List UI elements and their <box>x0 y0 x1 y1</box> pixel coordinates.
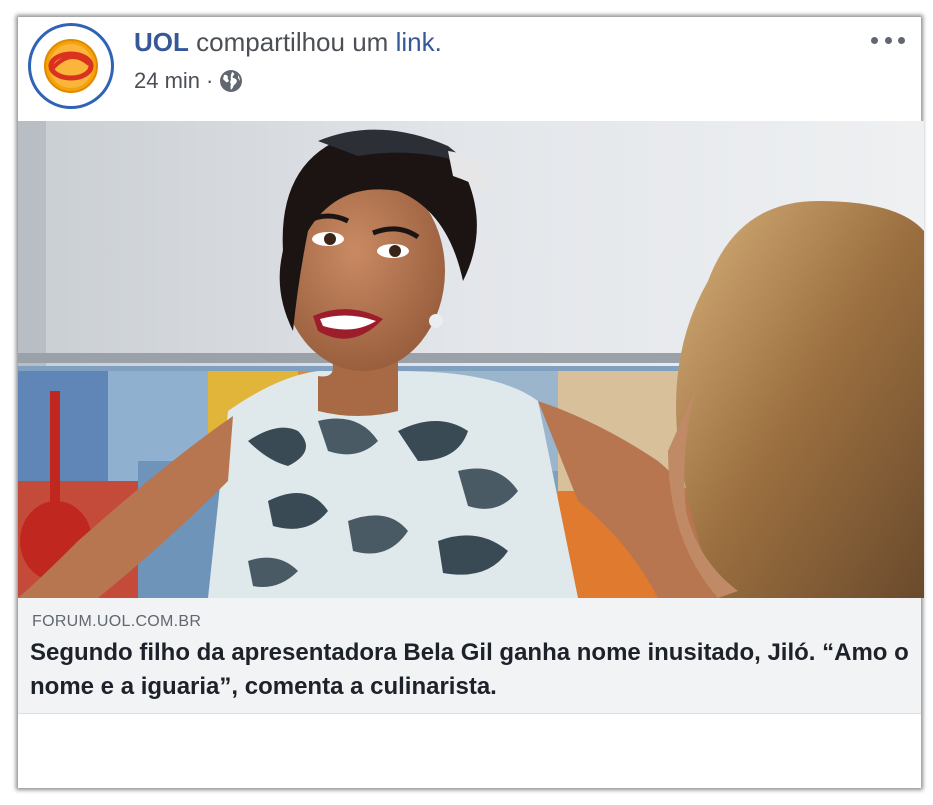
globe-icon[interactable] <box>219 69 243 93</box>
photo-woman-kitchen <box>18 121 924 598</box>
action-text: compartilhou um <box>196 27 389 57</box>
uol-logo-icon <box>44 39 98 93</box>
link-domain: FORUM.UOL.COM.BR <box>32 613 202 630</box>
avatar[interactable] <box>28 23 114 109</box>
more-dot <box>871 36 878 44</box>
meta-separator: · <box>206 68 214 93</box>
post-title: UOL compartilhou um link. <box>134 27 442 58</box>
post-card: UOL compartilhou um link. 24 min · FORUM… <box>18 17 924 788</box>
link-headline[interactable]: Segundo filho da apresentadora Bela Gil … <box>30 636 910 704</box>
more-dot <box>884 36 892 44</box>
page-name-link[interactable]: UOL <box>134 27 189 57</box>
link-word[interactable]: link. <box>396 27 442 57</box>
post-meta: 24 min · <box>134 68 243 94</box>
post-header: UOL compartilhou um link. 24 min · <box>18 17 921 121</box>
link-preview-caption[interactable]: FORUM.UOL.COM.BR Segundo filho da aprese… <box>18 598 921 714</box>
timestamp[interactable]: 24 min <box>134 68 200 94</box>
more-dot <box>898 36 905 44</box>
more-options-icon[interactable] <box>871 33 905 47</box>
link-preview-image[interactable] <box>18 121 924 598</box>
